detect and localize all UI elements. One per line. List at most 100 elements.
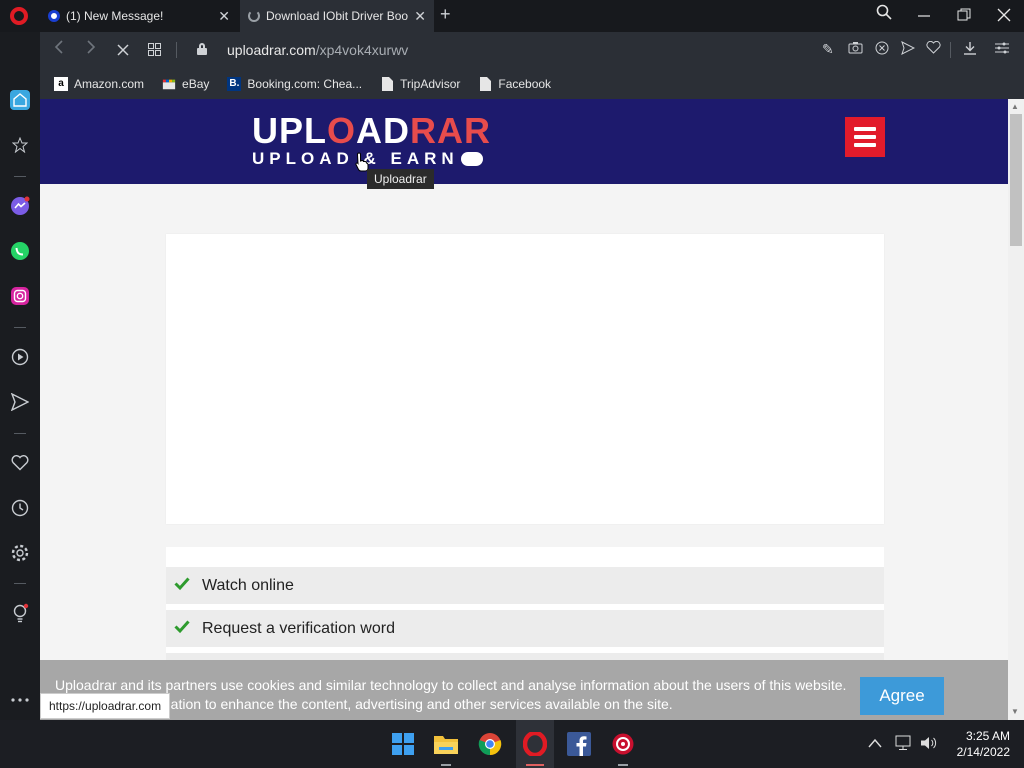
ebay-icon: [162, 77, 176, 91]
instagram-icon[interactable]: [10, 286, 30, 306]
scroll-down-icon[interactable]: ▼: [1011, 707, 1019, 716]
logo-text: UPL: [252, 110, 327, 151]
clock-time: 3:25 AM: [965, 729, 1010, 743]
hamburger-menu-button[interactable]: [845, 117, 885, 157]
bookmark-amazon[interactable]: a Amazon.com: [54, 76, 145, 91]
snapshot-edit-icon[interactable]: ✎: [822, 41, 834, 58]
file-explorer-icon[interactable]: [432, 730, 460, 758]
check-icon: [174, 575, 190, 591]
clock-date: 2/14/2022: [956, 745, 1010, 759]
divider: [14, 327, 26, 328]
menu-bar: [854, 127, 876, 131]
bookmark-label: eBay: [182, 76, 210, 91]
opera-sidebar: [0, 32, 40, 720]
menu-bar: [854, 143, 876, 147]
messenger-favicon-icon: [48, 10, 60, 22]
bookmarks-heart-icon[interactable]: [10, 453, 30, 473]
opera-taskbar-icon[interactable]: [521, 730, 549, 758]
facebook-icon[interactable]: [565, 730, 593, 758]
speed-dial-icon[interactable]: [10, 135, 30, 155]
step-label: Request a verification word: [202, 619, 395, 637]
scroll-up-icon[interactable]: ▲: [1011, 102, 1019, 111]
check-icon: [174, 618, 190, 634]
agree-button[interactable]: Agree: [860, 677, 944, 715]
network-icon[interactable]: [895, 735, 913, 754]
tab-label: Download IObit Driver Boo: [266, 9, 409, 23]
step-request-verification: Request a verification word: [166, 610, 884, 647]
back-button[interactable]: [54, 40, 64, 58]
volume-icon[interactable]: [920, 735, 938, 754]
tab-new-message[interactable]: (1) New Message! ✕: [40, 0, 238, 32]
bookmark-label: Amazon.com: [74, 76, 145, 91]
menu-bar: [854, 135, 876, 139]
bookmark-facebook[interactable]: Facebook: [478, 76, 551, 91]
running-indicator: [526, 764, 544, 766]
amazon-icon: a: [54, 76, 68, 91]
tab-search-icon[interactable]: [876, 4, 892, 25]
more-options-icon[interactable]: [10, 690, 30, 710]
logo-tooltip: Uploadrar: [367, 169, 434, 189]
restore-button[interactable]: [957, 8, 971, 27]
opera-menu-icon[interactable]: [10, 7, 28, 25]
download-icon[interactable]: [963, 41, 977, 58]
close-window-button[interactable]: [997, 8, 1011, 27]
scrollbar-thumb[interactable]: [1010, 114, 1022, 246]
uploadrar-logo[interactable]: UPLOADRAR UPLOAD & EARN: [252, 113, 512, 173]
url-field[interactable]: uploadrar.com/xp4vok4xurwv: [227, 42, 408, 58]
adblock-icon[interactable]: [875, 41, 889, 58]
minimize-button[interactable]: [918, 6, 930, 25]
new-tab-button[interactable]: +: [440, 4, 451, 25]
cloud-icon: [460, 152, 483, 166]
whatsapp-icon[interactable]: [10, 241, 30, 261]
settings-gear-icon[interactable]: [10, 543, 30, 563]
bookmark-tripadvisor[interactable]: TripAdvisor: [380, 76, 461, 91]
divider: [950, 42, 951, 58]
tab-label: (1) New Message!: [66, 9, 164, 23]
loading-spinner-icon: [248, 10, 260, 22]
history-clock-icon[interactable]: [10, 498, 30, 518]
forward-button[interactable]: [86, 40, 96, 58]
page-scrollbar[interactable]: ▲ ▼: [1008, 99, 1024, 720]
tab-grid-icon[interactable]: [148, 43, 161, 60]
send-icon[interactable]: [901, 41, 916, 58]
bookmark-booking[interactable]: B. Booking.com: Chea...: [227, 76, 363, 91]
tips-lightbulb-icon[interactable]: [10, 603, 30, 623]
web-page: UPLOADRAR UPLOAD & EARN Uploadrar Watch …: [40, 99, 1008, 720]
divider: [176, 42, 177, 58]
status-url: https://uploadrar.com: [40, 693, 171, 719]
divider: [14, 433, 26, 434]
tab-bar: (1) New Message! ✕ Download IObit Driver…: [0, 0, 1024, 32]
page-icon: [380, 76, 394, 91]
tab-close-icon[interactable]: ✕: [414, 8, 426, 25]
hand-cursor-icon: [355, 152, 369, 172]
divider: [14, 176, 26, 177]
heart-bookmark-icon[interactable]: [926, 40, 941, 57]
iobit-app-icon[interactable]: [609, 730, 637, 758]
site-header: UPLOADRAR UPLOAD & EARN: [40, 99, 1008, 184]
messenger-icon[interactable]: [10, 196, 30, 216]
cookie-banner: Uploadrar and its partners use cookies a…: [40, 660, 1008, 720]
easy-setup-icon[interactable]: [995, 41, 1009, 57]
player-icon[interactable]: [10, 347, 30, 367]
tray-chevron-up-icon[interactable]: [868, 735, 882, 751]
logo-text: O: [327, 110, 357, 151]
bookmarks-bar: a Amazon.com eBay B. Booking.com: Chea..…: [40, 68, 1024, 99]
bookmark-label: Booking.com: Chea...: [247, 76, 363, 91]
bookmark-label: TripAdvisor: [400, 76, 461, 91]
chrome-icon[interactable]: [476, 730, 504, 758]
home-icon[interactable]: [10, 90, 30, 110]
lock-icon[interactable]: [197, 43, 207, 55]
tab-close-icon[interactable]: ✕: [218, 8, 230, 25]
windows-start-icon[interactable]: [389, 730, 417, 758]
stop-loading-button[interactable]: [117, 43, 129, 60]
my-flow-icon[interactable]: [10, 392, 30, 412]
running-indicator: [441, 764, 451, 766]
address-bar: uploadrar.com/xp4vok4xurwv ✎: [40, 32, 1024, 68]
system-clock[interactable]: 3:25 AM 2/14/2022: [940, 728, 1010, 760]
camera-icon[interactable]: [848, 41, 863, 57]
tab-download-iobit[interactable]: Download IObit Driver Boo ✕: [240, 0, 434, 32]
cookie-text: Uploadrar and its partners use cookies a…: [55, 677, 847, 712]
url-path: /xp4vok4xurwv: [315, 42, 409, 58]
logo-text: RAR: [410, 110, 492, 151]
bookmark-ebay[interactable]: eBay: [162, 77, 209, 91]
